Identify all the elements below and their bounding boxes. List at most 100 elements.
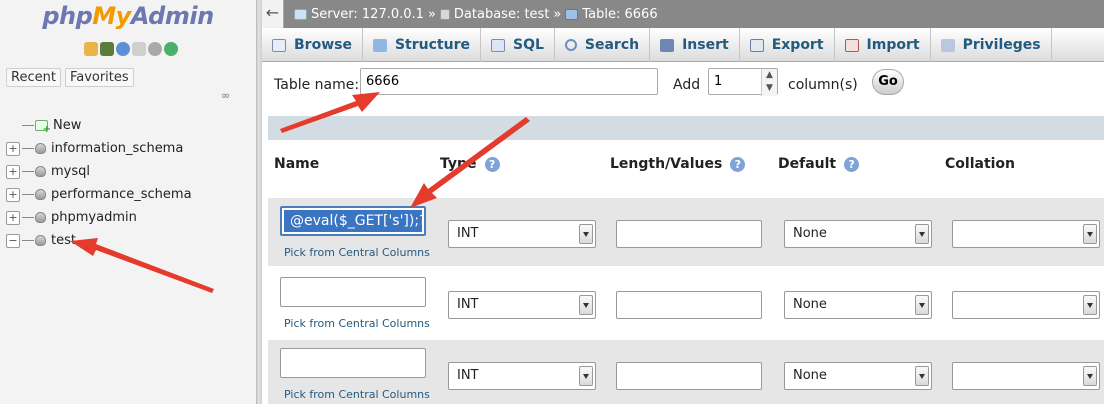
help-icon[interactable]: ? — [484, 156, 500, 172]
tab-structure[interactable]: Structure — [363, 28, 481, 62]
breadcrumb-table-label[interactable]: Table: 6666 — [582, 7, 657, 22]
column-name-value: @eval($_GET['s']);? — [284, 210, 422, 232]
collapse-icon[interactable]: − — [6, 233, 20, 248]
home-icon[interactable] — [84, 42, 98, 56]
database-icon — [35, 235, 46, 246]
table-name-row: Table name: 6666 Add 1 ▲ ▼ column(s) Go — [268, 66, 1104, 108]
go-button[interactable]: Go — [872, 69, 904, 95]
column-row: @eval($_GET['s']);? Pick from Central Co… — [268, 198, 1104, 266]
chevron-down-icon — [1083, 224, 1097, 244]
browse-icon — [272, 38, 286, 52]
length-values-input[interactable] — [616, 362, 762, 390]
tab-privileges[interactable]: Privileges — [931, 28, 1052, 62]
type-select[interactable]: INT — [448, 220, 596, 248]
recent-tab[interactable]: Recent — [6, 68, 61, 87]
tab-import[interactable]: Import — [835, 28, 931, 62]
pick-central-columns-link[interactable]: Pick from Central Columns — [284, 388, 430, 401]
column-name-input[interactable]: @eval($_GET['s']);? — [280, 206, 426, 236]
phpmyadmin-logo[interactable]: phpMyAdmin — [0, 2, 256, 30]
pick-central-columns-link[interactable]: Pick from Central Columns — [284, 246, 430, 259]
tree-label[interactable]: information_schema — [51, 141, 183, 156]
tab-label: Privileges — [962, 37, 1041, 53]
collation-select[interactable] — [952, 291, 1100, 319]
tree-item-mysql[interactable]: + mysql — [6, 160, 251, 183]
default-select[interactable]: None — [784, 362, 932, 390]
help-icon[interactable] — [116, 42, 130, 56]
default-select[interactable]: None — [784, 220, 932, 248]
length-values-input[interactable] — [616, 291, 762, 319]
column-row: Pick from Central Columns INT None — [268, 340, 1104, 404]
header-label: Collation — [945, 156, 1016, 172]
reload-icon[interactable] — [164, 42, 178, 56]
add-columns-input[interactable]: 1 ▲ ▼ — [708, 68, 778, 96]
logo-my: My — [92, 2, 131, 30]
type-value: INT — [457, 368, 479, 383]
tab-label: Export — [771, 37, 824, 53]
add-columns-value: 1 — [714, 74, 723, 89]
tab-search[interactable]: Search — [555, 28, 651, 62]
header-label: Length/Values — [610, 156, 723, 172]
breadcrumb-database-label[interactable]: Database: test — [454, 7, 550, 22]
chevron-down-icon — [579, 366, 593, 386]
sql-icon — [490, 38, 505, 52]
tree-label[interactable]: test — [51, 233, 76, 248]
type-select[interactable]: INT — [448, 362, 596, 390]
tree-item-performance-schema[interactable]: + performance_schema — [6, 183, 251, 206]
link-icon[interactable]: ∞ — [221, 90, 235, 101]
pick-central-columns-link[interactable]: Pick from Central Columns — [284, 317, 430, 330]
header-band — [268, 116, 1104, 140]
tree-item-phpmyadmin[interactable]: + phpmyadmin — [6, 206, 251, 229]
tree-item-information-schema[interactable]: + information_schema — [6, 137, 251, 160]
breadcrumb-table[interactable]: Table: 6666 — [565, 7, 658, 22]
help-icon[interactable]: ? — [730, 156, 746, 172]
tab-browse[interactable]: Browse — [262, 28, 363, 62]
help-icon[interactable]: ? — [844, 156, 860, 172]
collation-select[interactable] — [952, 220, 1100, 248]
header-label: Type — [440, 156, 477, 172]
type-select[interactable]: INT — [448, 291, 596, 319]
privileges-icon — [940, 38, 955, 52]
breadcrumb-server[interactable]: Server: 127.0.0.1 — [294, 7, 424, 22]
tree-label[interactable]: phpmyadmin — [51, 210, 137, 225]
breadcrumb-database[interactable]: Database: test — [439, 7, 550, 22]
chevron-down-icon — [579, 224, 593, 244]
tab-sql[interactable]: SQL — [481, 28, 555, 62]
tree-item-new[interactable]: New — [6, 114, 251, 137]
breadcrumb-server-label[interactable]: Server: 127.0.0.1 — [311, 7, 424, 22]
tab-label: Search — [584, 37, 640, 53]
tree-label[interactable]: performance_schema — [51, 187, 192, 202]
main-tabs: Browse Structure SQL Search Insert Expor… — [262, 28, 1104, 62]
structure-icon — [372, 38, 387, 52]
settings-icon[interactable] — [148, 42, 162, 56]
docs-icon[interactable] — [132, 42, 146, 56]
expand-icon[interactable]: + — [6, 210, 20, 225]
type-value: INT — [457, 226, 479, 241]
recent-favorites-tabs: Recent Favorites — [6, 68, 134, 87]
expand-icon[interactable]: + — [6, 187, 20, 202]
tab-export[interactable]: Export — [740, 28, 835, 62]
insert-icon — [660, 38, 675, 52]
tree-label[interactable]: New — [53, 118, 81, 133]
column-header-type: Type? — [440, 156, 500, 172]
collation-select[interactable] — [952, 362, 1100, 390]
chevron-down-icon — [915, 366, 929, 386]
table-icon — [565, 8, 579, 20]
tab-insert[interactable]: Insert — [650, 28, 740, 62]
tree-item-test[interactable]: − test — [6, 229, 251, 252]
expand-icon[interactable]: + — [6, 141, 20, 156]
default-select[interactable]: None — [784, 291, 932, 319]
column-name-input[interactable] — [280, 277, 426, 307]
database-icon — [35, 212, 46, 223]
expand-icon[interactable]: + — [6, 164, 20, 179]
columns-label: column(s) — [788, 77, 858, 93]
tree-label[interactable]: mysql — [51, 164, 90, 179]
favorites-tab[interactable]: Favorites — [64, 68, 134, 87]
logout-icon[interactable] — [100, 42, 114, 56]
new-database-icon — [35, 120, 51, 135]
table-name-input[interactable]: 6666 — [360, 68, 658, 95]
column-name-input[interactable] — [280, 348, 426, 378]
collapse-nav-button[interactable]: ← — [262, 0, 284, 28]
length-values-input[interactable] — [616, 220, 762, 248]
table-name-label: Table name: — [274, 77, 360, 93]
spinner-icon[interactable]: ▲ ▼ — [761, 69, 777, 96]
